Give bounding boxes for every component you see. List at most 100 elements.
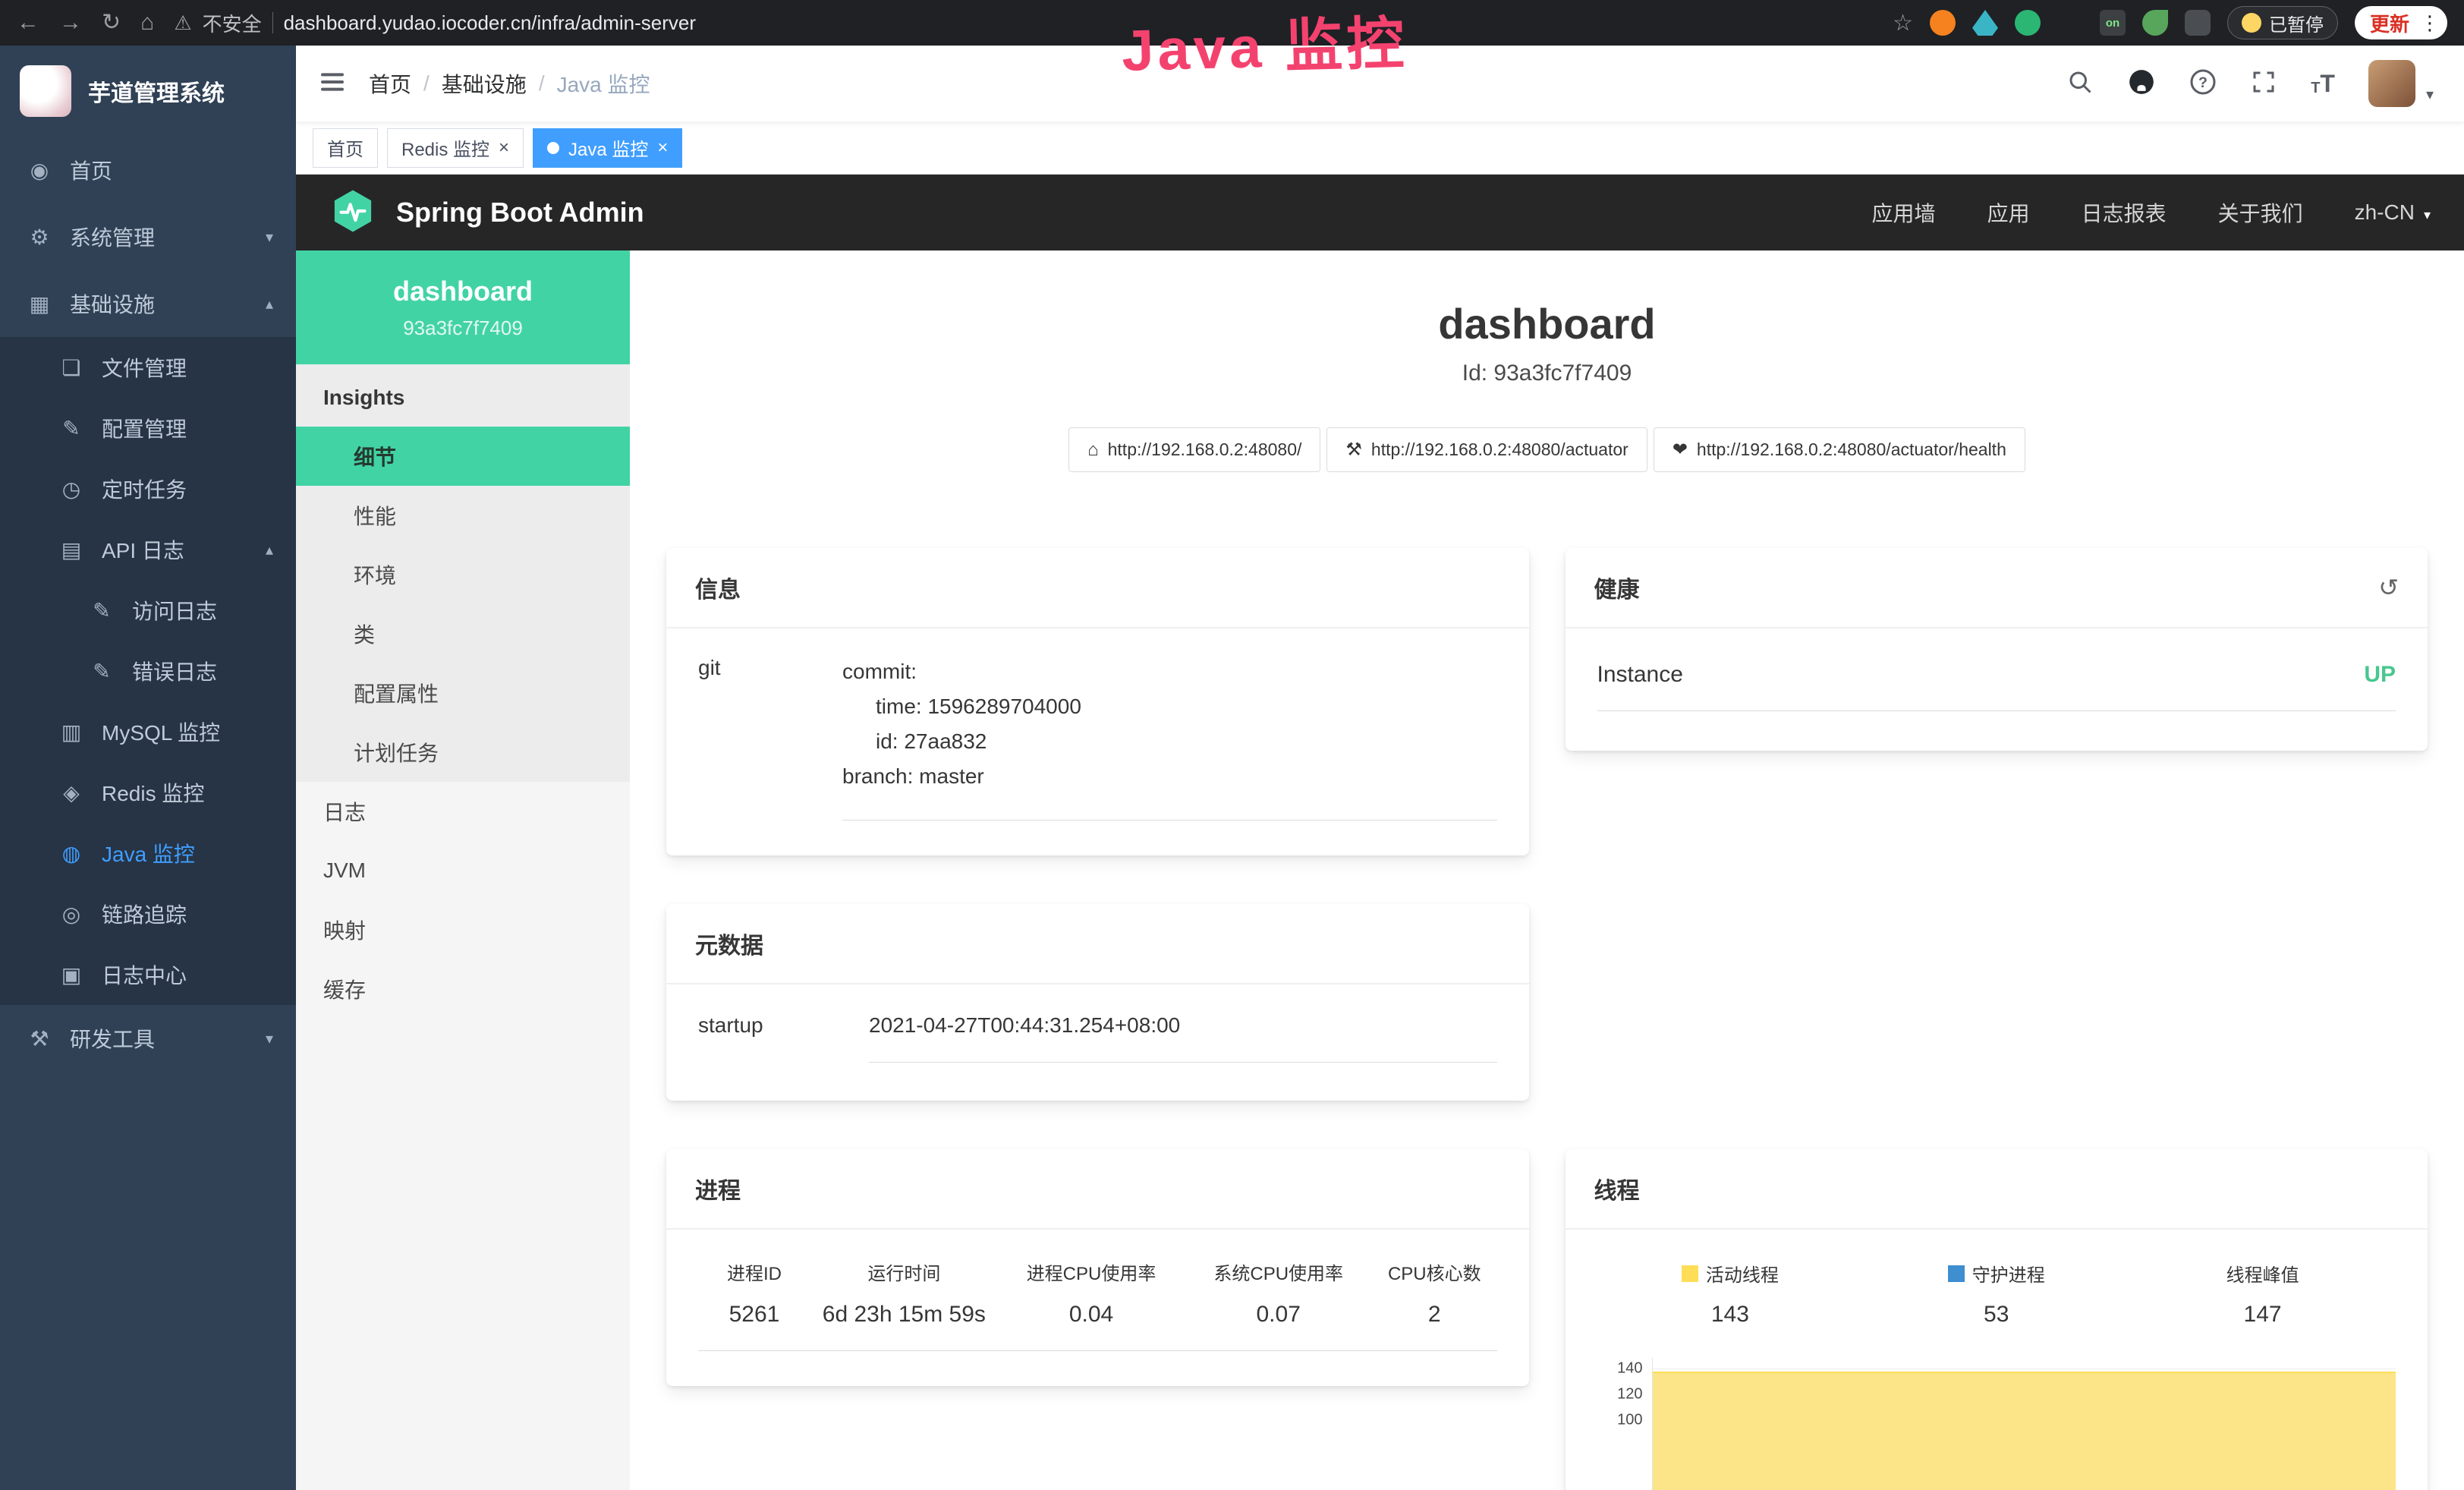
sba-brand-title[interactable]: Spring Boot Admin	[396, 197, 644, 228]
help-icon[interactable]: ?	[2189, 68, 2217, 99]
nav-journal[interactable]: 日志报表	[2082, 197, 2167, 228]
nav-applications[interactable]: 应用	[1987, 197, 2030, 228]
instance-header[interactable]: dashboard 93a3fc7f7409	[296, 250, 630, 364]
github-icon[interactable]	[2127, 68, 2156, 100]
browser-home-icon[interactable]: ⌂	[140, 11, 154, 34]
sidebar-item-api-log[interactable]: ▤ API 日志 ▴	[0, 519, 296, 580]
sidebar-item-infrastructure[interactable]: ▦ 基础设施 ▴	[0, 270, 296, 337]
close-icon[interactable]: ×	[657, 139, 668, 157]
menu-environment[interactable]: 环境	[296, 545, 630, 604]
sidebar-item-scheduled-task[interactable]: ◷ 定时任务	[0, 458, 296, 519]
breadcrumb-item-home[interactable]: 首页	[369, 68, 411, 99]
extension-icon[interactable]	[2015, 10, 2041, 36]
tag-home[interactable]: 首页	[313, 128, 378, 168]
metadata-value: 2021-04-27T00:44:31.254+08:00	[869, 1013, 1497, 1063]
close-icon[interactable]: ×	[499, 139, 509, 157]
active-threads-value: 143	[1597, 1302, 1864, 1328]
service-url-link[interactable]: ⌂ http://192.168.0.2:48080/	[1068, 427, 1320, 472]
status-badge: UP	[2364, 662, 2396, 688]
active-threads-swatch	[1682, 1265, 1698, 1282]
breadcrumb-separator: /	[423, 71, 430, 96]
history-icon[interactable]: ↺	[2378, 573, 2399, 602]
extension-icon[interactable]	[2142, 10, 2168, 36]
extension-icon[interactable]	[1972, 10, 1998, 36]
actuator-url-link[interactable]: ⚒ http://192.168.0.2:48080/actuator	[1326, 427, 1647, 472]
forward-icon[interactable]: →	[59, 11, 82, 34]
sidebar-item-devtools[interactable]: ⚒ 研发工具 ▾	[0, 1005, 296, 1072]
nav-about[interactable]: 关于我们	[2218, 197, 2303, 228]
sidebar-item-file-manage[interactable]: ❏ 文件管理	[0, 337, 296, 398]
nav-wallboard[interactable]: 应用墙	[1872, 197, 1936, 228]
extension-icon[interactable]: on	[2100, 10, 2126, 36]
access-log-icon: ✎	[88, 598, 115, 623]
breadcrumb: 首页 / 基础设施 / Java 监控	[369, 68, 650, 99]
breadcrumb-item-infrastructure[interactable]: 基础设施	[442, 68, 527, 99]
metadata-key: startup	[698, 1013, 869, 1063]
sba-nav: 应用墙 应用 日志报表 关于我们 zh-CN▾	[1872, 197, 2431, 228]
sba-sidebar: dashboard 93a3fc7f7409 Insights 细节 性能 环境…	[296, 250, 630, 1490]
threads-chart-plot	[1652, 1358, 2396, 1490]
insights-section-label: Insights	[296, 364, 630, 427]
extensions-menu-icon[interactable]	[2185, 10, 2211, 36]
avatar-caret-icon[interactable]: ▾	[2426, 85, 2434, 104]
sidebar-item-java-monitor[interactable]: ◍ Java 监控	[0, 823, 296, 884]
menu-details[interactable]: 细节	[296, 427, 630, 486]
browser-menu-icon[interactable]: ⋮	[2420, 11, 2440, 35]
redis-icon: ◈	[58, 780, 85, 805]
font-size-icon[interactable]: TT	[2311, 71, 2335, 96]
sidebar-item-mysql-monitor[interactable]: ▥ MySQL 监控	[0, 701, 296, 762]
paused-badge[interactable]: 已暂停	[2227, 6, 2338, 39]
daemon-threads-swatch	[1948, 1265, 1965, 1282]
divider	[272, 12, 273, 33]
menu-mappings[interactable]: 映射	[296, 900, 630, 959]
page: ← → ↻ ⌂ ⚠ 不安全 dashboard.yudao.iocoder.cn…	[0, 0, 2464, 1490]
info-card: 信息 git commit: time: 1596289704000 id: 2…	[666, 548, 1529, 855]
instance-links: ⌂ http://192.168.0.2:48080/ ⚒ http://192…	[666, 427, 2428, 472]
reload-icon[interactable]: ↻	[102, 11, 121, 34]
app-logo[interactable]: 芋道管理系统	[0, 46, 296, 137]
menu-jvm[interactable]: JVM	[296, 841, 630, 900]
mysql-icon: ▥	[58, 720, 85, 745]
back-icon[interactable]: ←	[17, 11, 39, 34]
bookmark-icon[interactable]: ☆	[1893, 10, 1913, 36]
menu-config-props[interactable]: 配置属性	[296, 663, 630, 723]
menu-caches[interactable]: 缓存	[296, 959, 630, 1019]
sba-content: dashboard Id: 93a3fc7f7409 ⌂ http://192.…	[630, 250, 2464, 1490]
threads-card: 线程 活动线程 143	[1566, 1149, 2428, 1490]
update-button[interactable]: 更新 ⋮	[2355, 6, 2447, 39]
search-icon[interactable]	[2066, 68, 2094, 99]
sba-header: Spring Boot Admin 应用墙 应用 日志报表 关于我们 zh-CN…	[296, 175, 2464, 250]
nav-language-select[interactable]: zh-CN▾	[2355, 200, 2431, 225]
java-icon: ◍	[58, 841, 85, 866]
home-icon: ◉	[26, 158, 53, 183]
sidebar-item-log-center[interactable]: ▣ 日志中心	[0, 944, 296, 1005]
sidebar-item-redis-monitor[interactable]: ◈ Redis 监控	[0, 762, 296, 823]
sidebar-item-config-manage[interactable]: ✎ 配置管理	[0, 398, 296, 458]
sidebar-item-trace[interactable]: ◎ 链路追踪	[0, 884, 296, 944]
menu-logs[interactable]: 日志	[296, 782, 630, 841]
menu-scheduled-tasks[interactable]: 计划任务	[296, 723, 630, 782]
address-bar[interactable]: ⚠ 不安全 dashboard.yudao.iocoder.cn/infra/a…	[174, 9, 1873, 37]
collapse-sidebar-icon[interactable]	[317, 67, 348, 101]
tag-java-monitor[interactable]: Java 监控 ×	[533, 128, 682, 168]
wrench-icon: ⚒	[1345, 439, 1362, 461]
app-logo-avatar	[20, 65, 71, 117]
info-key: git	[698, 654, 842, 821]
warning-icon: ⚠	[174, 11, 191, 35]
sidebar-item-error-log[interactable]: ✎ 错误日志	[0, 641, 296, 701]
extension-icon[interactable]	[2057, 10, 2083, 36]
sidebar-item-home[interactable]: ◉ 首页	[0, 137, 296, 203]
sidebar-item-system-manage[interactable]: ⚙ 系统管理 ▾	[0, 203, 296, 270]
tag-redis-monitor[interactable]: Redis 监控 ×	[387, 128, 524, 168]
extension-icon[interactable]	[1930, 10, 1956, 36]
breadcrumb-item-current: Java 监控	[557, 68, 650, 99]
health-url-link[interactable]: ❤ http://192.168.0.2:48080/actuator/heal…	[1654, 427, 2025, 472]
heart-icon: ❤	[1673, 439, 1688, 461]
sidebar-item-access-log[interactable]: ✎ 访问日志	[0, 580, 296, 641]
menu-performance[interactable]: 性能	[296, 486, 630, 545]
card-title: 信息	[695, 571, 741, 604]
user-avatar[interactable]	[2368, 60, 2415, 107]
menu-classes[interactable]: 类	[296, 604, 630, 663]
fullscreen-icon[interactable]	[2250, 68, 2277, 99]
spring-boot-admin-logo[interactable]	[329, 187, 376, 238]
